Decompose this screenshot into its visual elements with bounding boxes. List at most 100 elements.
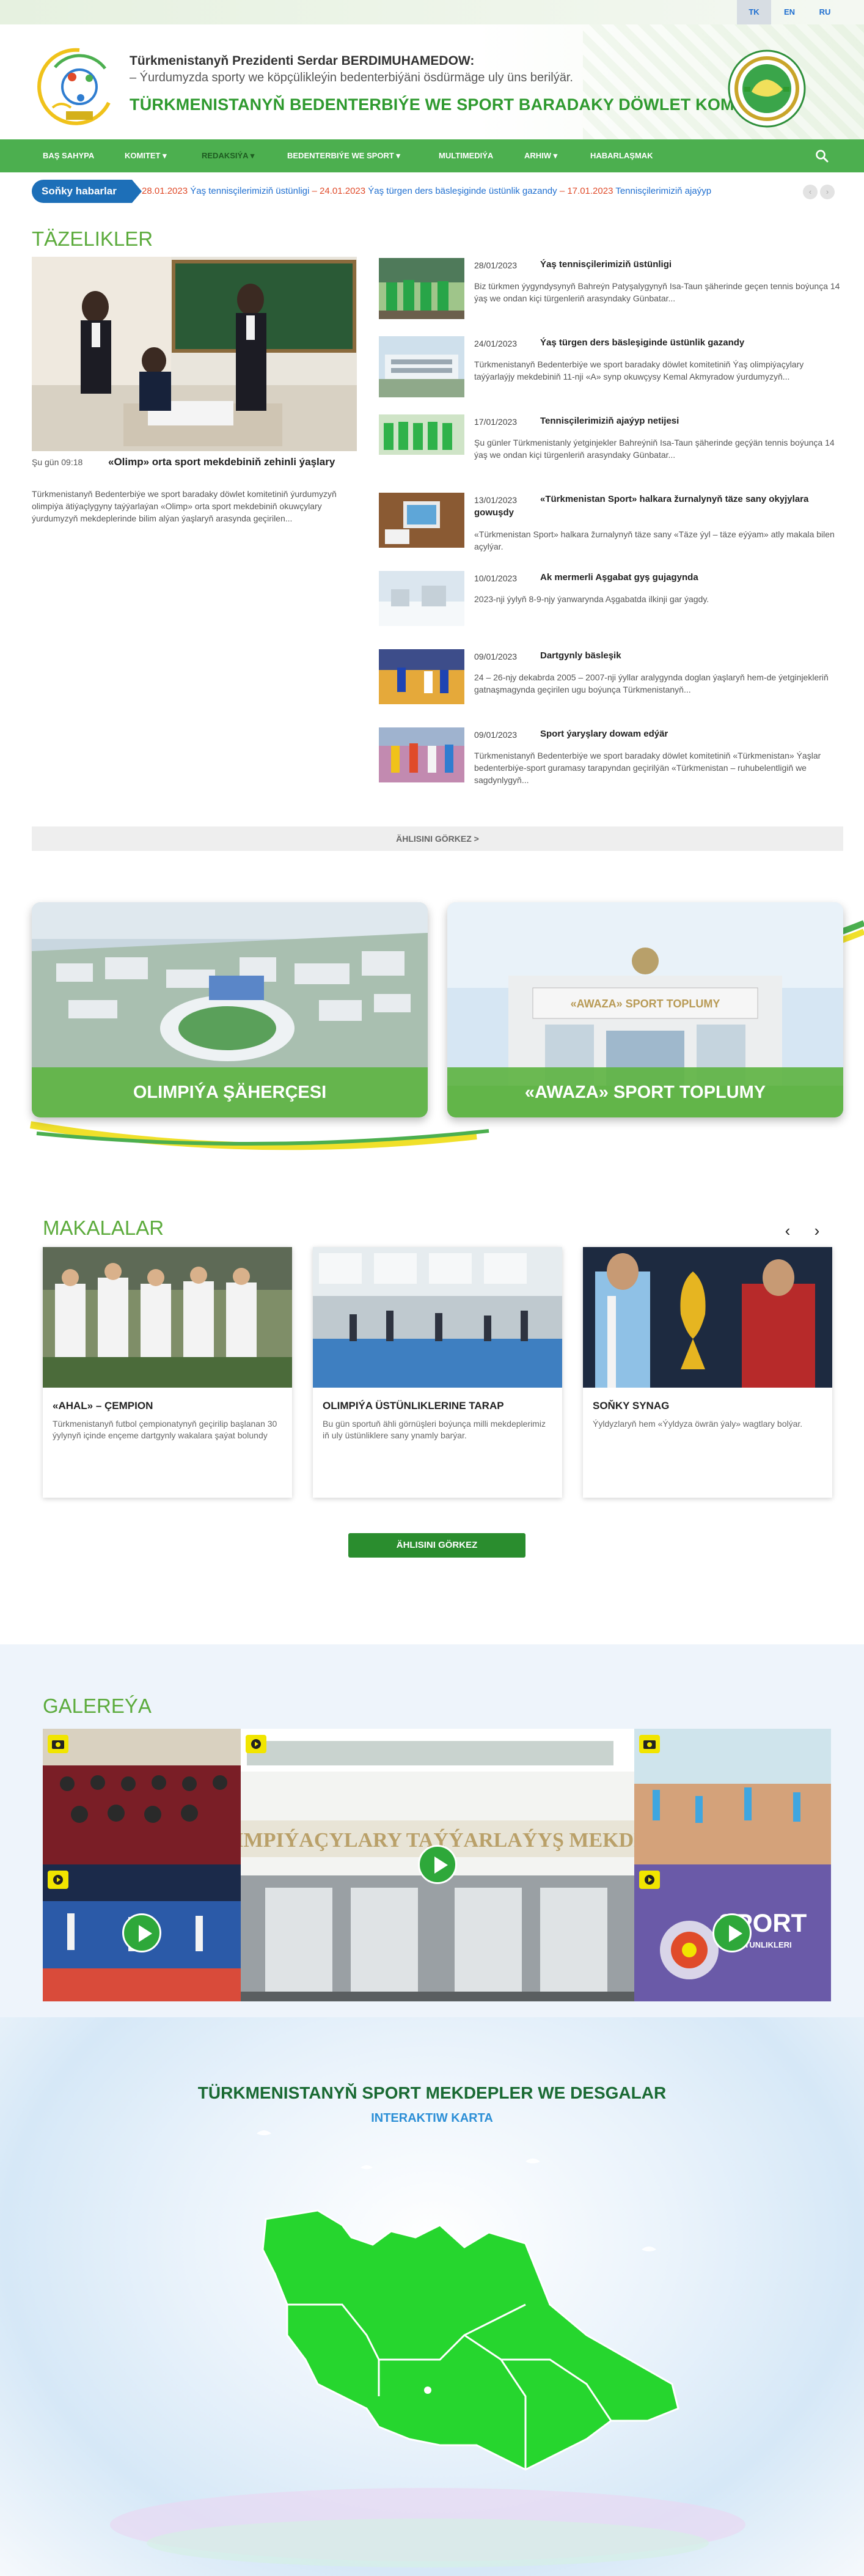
news-item[interactable]: Ak mermerli Aşgabat gyş gujagynda 10/01/…: [379, 571, 843, 638]
news-item[interactable]: Dartgynly bäsleşik 09/01/2023 24 – 26-nj…: [379, 649, 843, 716]
lang-ru-button[interactable]: RU: [808, 0, 842, 24]
news-excerpt: 2023-nji ýylyň 8-9-njy ýanwarynda Aşgaba…: [474, 594, 709, 604]
main-nav: BAŞ SAHYPA KOMITET ▾ REDAKSIÝA ▾ BEDENTE…: [0, 139, 864, 172]
articles-prev-icon[interactable]: ‹: [778, 1221, 797, 1240]
article-title[interactable]: OLIMPIÝA ÜSTÜNLIKLERINE TARAP: [323, 1400, 504, 1412]
news-excerpt: Biz türkmen ýygyndysynyň Bahreýn Patyşal…: [474, 281, 840, 303]
news-excerpt: Türkmenistanyň Bedenterbiýe we sport bar…: [474, 359, 804, 381]
play-video-icon[interactable]: [712, 1913, 752, 1952]
site-header: Türkmenistanyň Prezidenti Serdar BERDIMU…: [0, 24, 864, 139]
ticker-link[interactable]: Ýaş türgen ders bäsleşiginde üstünlik ga…: [368, 186, 557, 196]
news-date: 17/01/2023: [474, 417, 518, 427]
nav-physical-education[interactable]: BEDENTERBIÝE WE SPORT ▾: [287, 139, 400, 172]
featured-news-image[interactable]: [32, 257, 357, 451]
committee-emblem: [728, 50, 806, 128]
article-card[interactable]: «AHAL» – ÇEMPION Türkmenistanyň futbol ç…: [43, 1247, 292, 1498]
map-title: TÜRKMENISTANYŇ SPORT MEKDEPLER WE DESGAL…: [197, 2083, 667, 2102]
news-item[interactable]: Ýaş tennisçilerimiziň üstünligi 28/01/20…: [379, 258, 843, 325]
awaza-sport-complex-label[interactable]: «AWAZA» SPORT TOPLUMY: [447, 1067, 843, 1117]
news-thumbnail[interactable]: [379, 571, 464, 626]
news-title[interactable]: Ak mermerli Aşgabat gyş gujagynda: [474, 571, 841, 584]
site-title[interactable]: TÜRKMENISTANYŇ BEDENTERBIÝE WE SPORT BAR…: [130, 95, 775, 114]
nav-editorial[interactable]: REDAKSIÝA ▾: [202, 139, 254, 172]
news-thumbnail[interactable]: [379, 414, 464, 455]
play-video-icon[interactable]: [122, 1913, 161, 1952]
gallery-photo-tile[interactable]: [43, 1729, 241, 1864]
news-title[interactable]: Ýaş tennisçilerimiziň üstünligi: [474, 258, 841, 271]
olympic-village-card[interactable]: OLIMPIÝA ŞÄHERÇESI: [32, 902, 428, 1117]
articles-next-icon[interactable]: ›: [808, 1221, 826, 1240]
lang-tk-button[interactable]: TK: [737, 0, 771, 24]
news-date: 09/01/2023: [474, 730, 518, 740]
article-card[interactable]: SOŇKY SYNAG Ýyldyzlaryň hem «Ýyldyza öwr…: [583, 1247, 832, 1498]
ticker-date: 24.01.2023: [320, 186, 366, 196]
turkmenistan-map[interactable]: [262, 2209, 679, 2471]
gallery-video-tile[interactable]: SPORT USTUNLIKLERI: [634, 1864, 831, 2001]
ticker-link[interactable]: Ýaş tennisçilerimiziň üstünligi: [190, 186, 309, 196]
play-badge-icon: [639, 1871, 660, 1889]
featured-news-date: Şu gün 09:18: [32, 457, 83, 467]
latest-news-ticker: Soňky habarlar 28.01.2023 Ýaş tennisçile…: [32, 180, 835, 203]
news-title[interactable]: «Türkmenistan Sport» halkara žurnalynyň …: [474, 493, 841, 520]
play-badge-icon: [246, 1735, 266, 1753]
news-thumbnail[interactable]: [379, 649, 464, 704]
play-badge-icon: [48, 1871, 68, 1889]
gallery-video-tile[interactable]: [43, 1864, 241, 2001]
news-item[interactable]: «Türkmenistan Sport» halkara žurnalynyň …: [379, 493, 843, 560]
search-icon[interactable]: [815, 149, 829, 163]
gallery-photo-tile[interactable]: [634, 1729, 831, 1864]
gallery-video-tile[interactable]: OLIMPIÝAÇYLARY TAÝÝARLAÝYŞ MEKDEBI: [241, 1729, 634, 2001]
nav-home[interactable]: BAŞ SAHYPA: [43, 139, 94, 172]
news-title[interactable]: Dartgynly bäsleşik: [474, 649, 841, 663]
news-item[interactable]: Tennisçilerimiziň ajaýyp netijesi 17/01/…: [379, 414, 843, 482]
news-thumbnail[interactable]: [379, 336, 464, 397]
news-excerpt: Şu günler Türkmenistanly ýetginjekler Ba…: [474, 438, 835, 460]
gallery-section-title: GALEREÝA: [43, 1695, 152, 1717]
camera-icon: [48, 1735, 68, 1753]
article-card[interactable]: OLIMPIÝA ÜSTÜNLIKLERINE TARAP Bu gün spo…: [313, 1247, 562, 1498]
committee-logo[interactable]: [37, 44, 122, 130]
nav-archive[interactable]: ARHIW ▾: [524, 139, 557, 172]
nav-multimedia[interactable]: MULTIMEDIÝA: [439, 139, 493, 172]
olympic-village-label[interactable]: OLIMPIÝA ŞÄHERÇESI: [32, 1067, 428, 1117]
articles-show-all-button[interactable]: ÄHLISINI GÖRKEZ: [348, 1533, 525, 1558]
news-date: 13/01/2023: [474, 495, 518, 505]
news-show-all-button[interactable]: ÄHLISINI GÖRKEZ >: [32, 826, 843, 851]
ticker-label: Soňky habarlar: [32, 180, 142, 203]
president-name: Türkmenistanyň Prezidenti Serdar BERDIMU…: [130, 54, 475, 68]
news-item[interactable]: Ýaş türgen ders bäsleşiginde üstünlik ga…: [379, 336, 843, 403]
news-date: 24/01/2023: [474, 339, 518, 348]
president-quote: – Ýurdumyzda sporty we köpçülikleýin bed…: [130, 71, 573, 84]
article-title[interactable]: «AHAL» – ÇEMPION: [53, 1400, 153, 1412]
nav-committee[interactable]: KOMITET ▾: [125, 139, 167, 172]
ticker-prev-icon[interactable]: ‹: [803, 185, 818, 199]
article-excerpt: Ýyldyzlaryň hem «Ýyldyza öwrän ýaly» wag…: [593, 1419, 803, 1429]
news-title[interactable]: Tennisçilerimiziň ajaýyp netijesi: [474, 414, 841, 428]
ticker-next-icon[interactable]: ›: [820, 185, 835, 199]
article-image[interactable]: [583, 1247, 832, 1388]
decorative-swoosh: [29, 1121, 489, 1150]
news-thumbnail[interactable]: [379, 727, 464, 782]
news-excerpt: «Türkmenistan Sport» halkara žurnalynyň …: [474, 529, 835, 551]
news-item[interactable]: Sport ýaryşlary dowam edýär 09/01/2023 T…: [379, 727, 843, 795]
news-date: 10/01/2023: [474, 573, 518, 583]
news-thumbnail[interactable]: [379, 258, 464, 319]
awaza-sign-text: «AWAZA» SPORT TOPLUMY: [571, 998, 720, 1010]
article-excerpt: Bu gün sportuň ähli görnüşleri boýunça m…: [323, 1419, 546, 1440]
article-title[interactable]: SOŇKY SYNAG: [593, 1400, 669, 1412]
article-excerpt: Türkmenistanyň futbol çempionatynyň geçi…: [53, 1419, 277, 1440]
article-image[interactable]: [43, 1247, 292, 1388]
nav-contact[interactable]: HABARLAŞMAK: [590, 139, 653, 172]
camera-icon: [639, 1735, 660, 1753]
news-title[interactable]: Sport ýaryşlary dowam edýär: [474, 727, 841, 741]
article-image[interactable]: [313, 1247, 562, 1388]
ticker-link[interactable]: Tennisçilerimiziň ajaýyp: [615, 186, 711, 196]
play-video-icon[interactable]: [418, 1845, 457, 1884]
news-thumbnail[interactable]: [379, 493, 464, 548]
lang-en-button[interactable]: EN: [772, 0, 807, 24]
awaza-sport-complex-card[interactable]: «AWAZA» SPORT TOPLUMY «AWAZA» SPORT TOPL…: [447, 902, 843, 1117]
map-subtitle[interactable]: INTERAKTIW KARTA: [0, 2111, 864, 2125]
header-pattern: [583, 24, 864, 139]
news-title[interactable]: Ýaş türgen ders bäsleşiginde üstünlik ga…: [474, 336, 841, 350]
news-excerpt: Türkmenistanyň Bedenterbiýe we sport bar…: [474, 751, 821, 785]
